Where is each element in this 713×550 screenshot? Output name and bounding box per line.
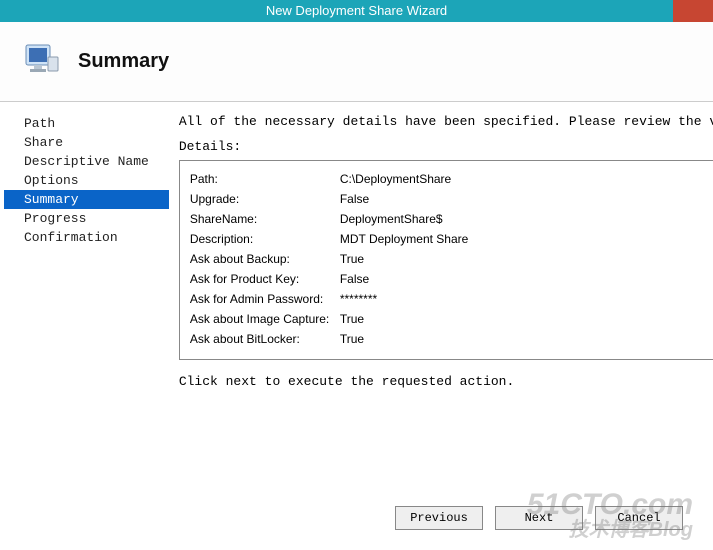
- wizard-steps-sidebar: PathShareDescriptive NameOptionsSummaryP…: [0, 102, 173, 502]
- detail-row: Path:C:\DeploymentShare: [190, 169, 713, 189]
- main-panel: All of the necessary details have been s…: [173, 102, 713, 502]
- cancel-button[interactable]: Cancel: [595, 506, 683, 530]
- detail-value: False: [340, 269, 369, 289]
- wizard-step-share[interactable]: Share: [4, 133, 169, 152]
- detail-row: Ask for Product Key:False: [190, 269, 713, 289]
- detail-key: Ask for Product Key:: [190, 269, 340, 289]
- detail-row: Ask about Backup:True: [190, 249, 713, 269]
- button-row: Previous Next Cancel: [395, 506, 683, 530]
- footer-text: Click next to execute the requested acti…: [179, 374, 713, 389]
- detail-row: Upgrade:False: [190, 189, 713, 209]
- detail-key: ShareName:: [190, 209, 340, 229]
- detail-value: ********: [340, 289, 377, 309]
- detail-value: False: [340, 189, 369, 209]
- detail-value: True: [340, 249, 364, 269]
- detail-value: DeploymentShare$: [340, 209, 443, 229]
- details-label: Details:: [179, 139, 713, 154]
- detail-row: Description:MDT Deployment Share: [190, 229, 713, 249]
- computer-icon: [20, 41, 62, 83]
- wizard-step-path[interactable]: Path: [4, 114, 169, 133]
- previous-button[interactable]: Previous: [395, 506, 483, 530]
- wizard-step-summary[interactable]: Summary: [4, 190, 169, 209]
- detail-row: Ask for Admin Password:********: [190, 289, 713, 309]
- detail-key: Path:: [190, 169, 340, 189]
- details-box: Path:C:\DeploymentShareUpgrade:FalseShar…: [179, 160, 713, 360]
- detail-row: Ask about Image Capture:True: [190, 309, 713, 329]
- intro-text: All of the necessary details have been s…: [179, 114, 713, 129]
- wizard-step-descriptive-name[interactable]: Descriptive Name: [4, 152, 169, 171]
- wizard-step-options[interactable]: Options: [4, 171, 169, 190]
- next-button[interactable]: Next: [495, 506, 583, 530]
- detail-key: Ask about BitLocker:: [190, 329, 340, 349]
- detail-value: True: [340, 329, 364, 349]
- close-icon[interactable]: [673, 0, 713, 22]
- wizard-step-progress[interactable]: Progress: [4, 209, 169, 228]
- detail-value: C:\DeploymentShare: [340, 169, 451, 189]
- detail-value: True: [340, 309, 364, 329]
- page-title: Summary: [78, 50, 169, 73]
- detail-key: Ask for Admin Password:: [190, 289, 340, 309]
- window-title: New Deployment Share Wizard: [266, 3, 447, 18]
- detail-key: Ask about Backup:: [190, 249, 340, 269]
- detail-key: Ask about Image Capture:: [190, 309, 340, 329]
- detail-value: MDT Deployment Share: [340, 229, 469, 249]
- titlebar: New Deployment Share Wizard: [0, 0, 713, 22]
- detail-row: Ask about BitLocker:True: [190, 329, 713, 349]
- detail-key: Upgrade:: [190, 189, 340, 209]
- wizard-header: Summary: [0, 22, 713, 102]
- wizard-step-confirmation[interactable]: Confirmation: [4, 228, 169, 247]
- detail-row: ShareName:DeploymentShare$: [190, 209, 713, 229]
- detail-key: Description:: [190, 229, 340, 249]
